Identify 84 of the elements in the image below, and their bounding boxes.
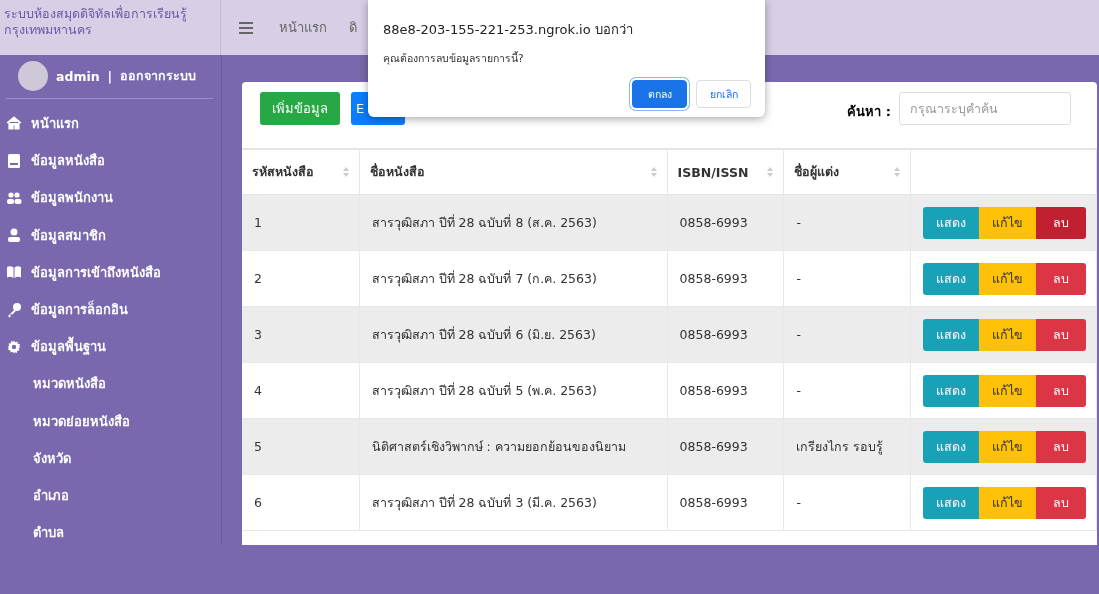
site-title: ระบบห้องสมุดดิจิทัลเพื่อการเรียนรู้ bbox=[4, 6, 188, 22]
column-header[interactable]: ชื่อผู้แต่ง bbox=[794, 162, 840, 182]
view-button[interactable]: แสดง bbox=[923, 374, 979, 407]
book-icon bbox=[6, 152, 22, 169]
sidebar-subitem[interactable]: จังหวัด bbox=[33, 447, 71, 469]
table-cell: สารวุฒิสภา ปีที่ 28 ฉบับที่ 3 (มี.ค. 2563) bbox=[359, 474, 668, 531]
key-icon bbox=[6, 301, 22, 318]
sidebar-item[interactable]: ข้อมูลสมาชิก bbox=[31, 224, 106, 246]
settings-icon bbox=[6, 338, 22, 355]
table-cell: 2 bbox=[242, 250, 360, 307]
edit-button[interactable]: แก้ไข bbox=[979, 486, 1036, 519]
view-button[interactable]: แสดง bbox=[923, 206, 979, 239]
nav-link[interactable]: ดิ bbox=[349, 17, 357, 38]
table-cell: 0858-6993 bbox=[667, 306, 784, 363]
sort-icon bbox=[894, 167, 900, 177]
edit-button[interactable]: แก้ไข bbox=[979, 262, 1036, 295]
table-cell: 4 bbox=[242, 362, 360, 419]
table-cell: นิติศาสตร์เชิงวิพากษ์ : ความยอกย้อนของนิยาม bbox=[359, 418, 668, 475]
view-button[interactable]: แสดง bbox=[923, 318, 979, 351]
sidebar-subitem[interactable]: หมวดหนังสือ bbox=[33, 373, 106, 395]
edit-button[interactable]: แก้ไข bbox=[979, 430, 1036, 463]
view-button[interactable]: แสดง bbox=[923, 430, 979, 463]
home-icon bbox=[6, 115, 22, 132]
search-field[interactable]: กรุณาระบุคำค้น bbox=[899, 92, 1071, 125]
table-cell: 5 bbox=[242, 418, 360, 475]
sidebar-item[interactable]: ข้อมูลพื้นฐาน bbox=[31, 336, 106, 358]
sidebar-item[interactable]: ข้อมูลการล็อกอิน bbox=[31, 299, 128, 321]
table-cell: สารวุฒิสภา ปีที่ 28 ฉบับที่ 6 (มิ.ย. 2563) bbox=[359, 306, 668, 363]
delete-button[interactable]: ลบ bbox=[1036, 262, 1086, 295]
user-icon bbox=[6, 227, 22, 244]
users-icon bbox=[6, 189, 22, 206]
table-cell: - bbox=[783, 362, 911, 419]
table-cell: สารวุฒิสภา ปีที่ 28 ฉบับที่ 7 (ก.ค. 2563) bbox=[359, 250, 668, 307]
menu-icon bbox=[239, 21, 253, 34]
site-title: กรุงเทพมหานคร bbox=[4, 22, 93, 38]
table-cell: - bbox=[783, 250, 911, 307]
delete-button[interactable]: ลบ bbox=[1036, 374, 1086, 407]
table-cell: - bbox=[783, 194, 911, 251]
nav-link[interactable]: หน้าแรก bbox=[279, 17, 327, 38]
delete-button[interactable]: ลบ bbox=[1036, 206, 1086, 239]
sidebar-item[interactable]: ข้อมูลหนังสือ bbox=[31, 150, 105, 172]
avatar bbox=[18, 61, 48, 91]
edit-button[interactable]: แก้ไข bbox=[979, 318, 1036, 351]
table-cell: สารวุฒิสภา ปีที่ 28 ฉบับที่ 5 (พ.ค. 2563) bbox=[359, 362, 668, 419]
table-cell: - bbox=[783, 306, 911, 363]
table-cell: เกรียงไกร รอบรู้ bbox=[783, 418, 911, 475]
sort-icon bbox=[767, 167, 774, 177]
table-cell: 0858-6993 bbox=[667, 474, 784, 531]
view-button[interactable]: แสดง bbox=[923, 262, 979, 295]
table-cell: 0858-6993 bbox=[667, 250, 784, 307]
separator: | bbox=[107, 68, 113, 84]
table-cell: - bbox=[783, 474, 911, 531]
add-button[interactable]: เพิ่มข้อมูล bbox=[260, 92, 340, 125]
sidebar-subitem[interactable]: อำเภอ bbox=[33, 484, 69, 506]
delete-button[interactable]: ลบ bbox=[1036, 430, 1086, 463]
dialog-title: 88e8-203-155-221-253.ngrok.io บอกว่า bbox=[383, 21, 634, 39]
delete-button[interactable]: ลบ bbox=[1036, 318, 1086, 351]
sort-icon bbox=[650, 167, 657, 177]
search-label: ค้นหา : bbox=[847, 103, 891, 121]
view-button[interactable]: แสดง bbox=[923, 486, 979, 519]
edit-button[interactable]: แก้ไข bbox=[979, 374, 1036, 407]
edit-button[interactable]: แก้ไข bbox=[979, 206, 1036, 239]
open-book-icon bbox=[6, 264, 22, 281]
cancel-button[interactable]: ยกเลิก bbox=[696, 80, 751, 108]
sidebar-item[interactable]: ข้อมูลการเข้าถึงหนังสือ bbox=[31, 261, 161, 283]
column-header[interactable]: ชื่อหนังสือ bbox=[369, 162, 425, 182]
table-cell: 0858-6993 bbox=[667, 194, 784, 251]
column-header[interactable]: รหัสหนังสือ bbox=[252, 162, 314, 182]
table-cell: 6 bbox=[242, 474, 360, 531]
table-cell: สารวุฒิสภา ปีที่ 28 ฉบับที่ 8 (ส.ค. 2563) bbox=[359, 194, 668, 251]
ok-button[interactable]: ตกลง bbox=[632, 80, 687, 108]
sidebar-subitem[interactable]: หมวดย่อยหนังสือ bbox=[33, 410, 130, 432]
table-cell: 1 bbox=[242, 194, 360, 251]
sidebar-item[interactable]: ข้อมูลพนักงาน bbox=[31, 187, 113, 209]
table-cell: 0858-6993 bbox=[667, 362, 784, 419]
user-name: admin bbox=[56, 68, 100, 84]
sort-icon bbox=[342, 167, 349, 177]
sidebar-item[interactable]: หน้าแรก bbox=[31, 113, 79, 135]
logout-link[interactable]: ออกจากระบบ bbox=[120, 66, 197, 86]
delete-button[interactable]: ลบ bbox=[1036, 486, 1086, 519]
sidebar-subitem[interactable]: ตำบล bbox=[33, 522, 64, 544]
dialog-message: คุณต้องการลบข้อมูลรายการนี้? bbox=[383, 50, 525, 67]
table-cell: 0858-6993 bbox=[667, 418, 784, 475]
table-cell: 3 bbox=[242, 306, 360, 363]
